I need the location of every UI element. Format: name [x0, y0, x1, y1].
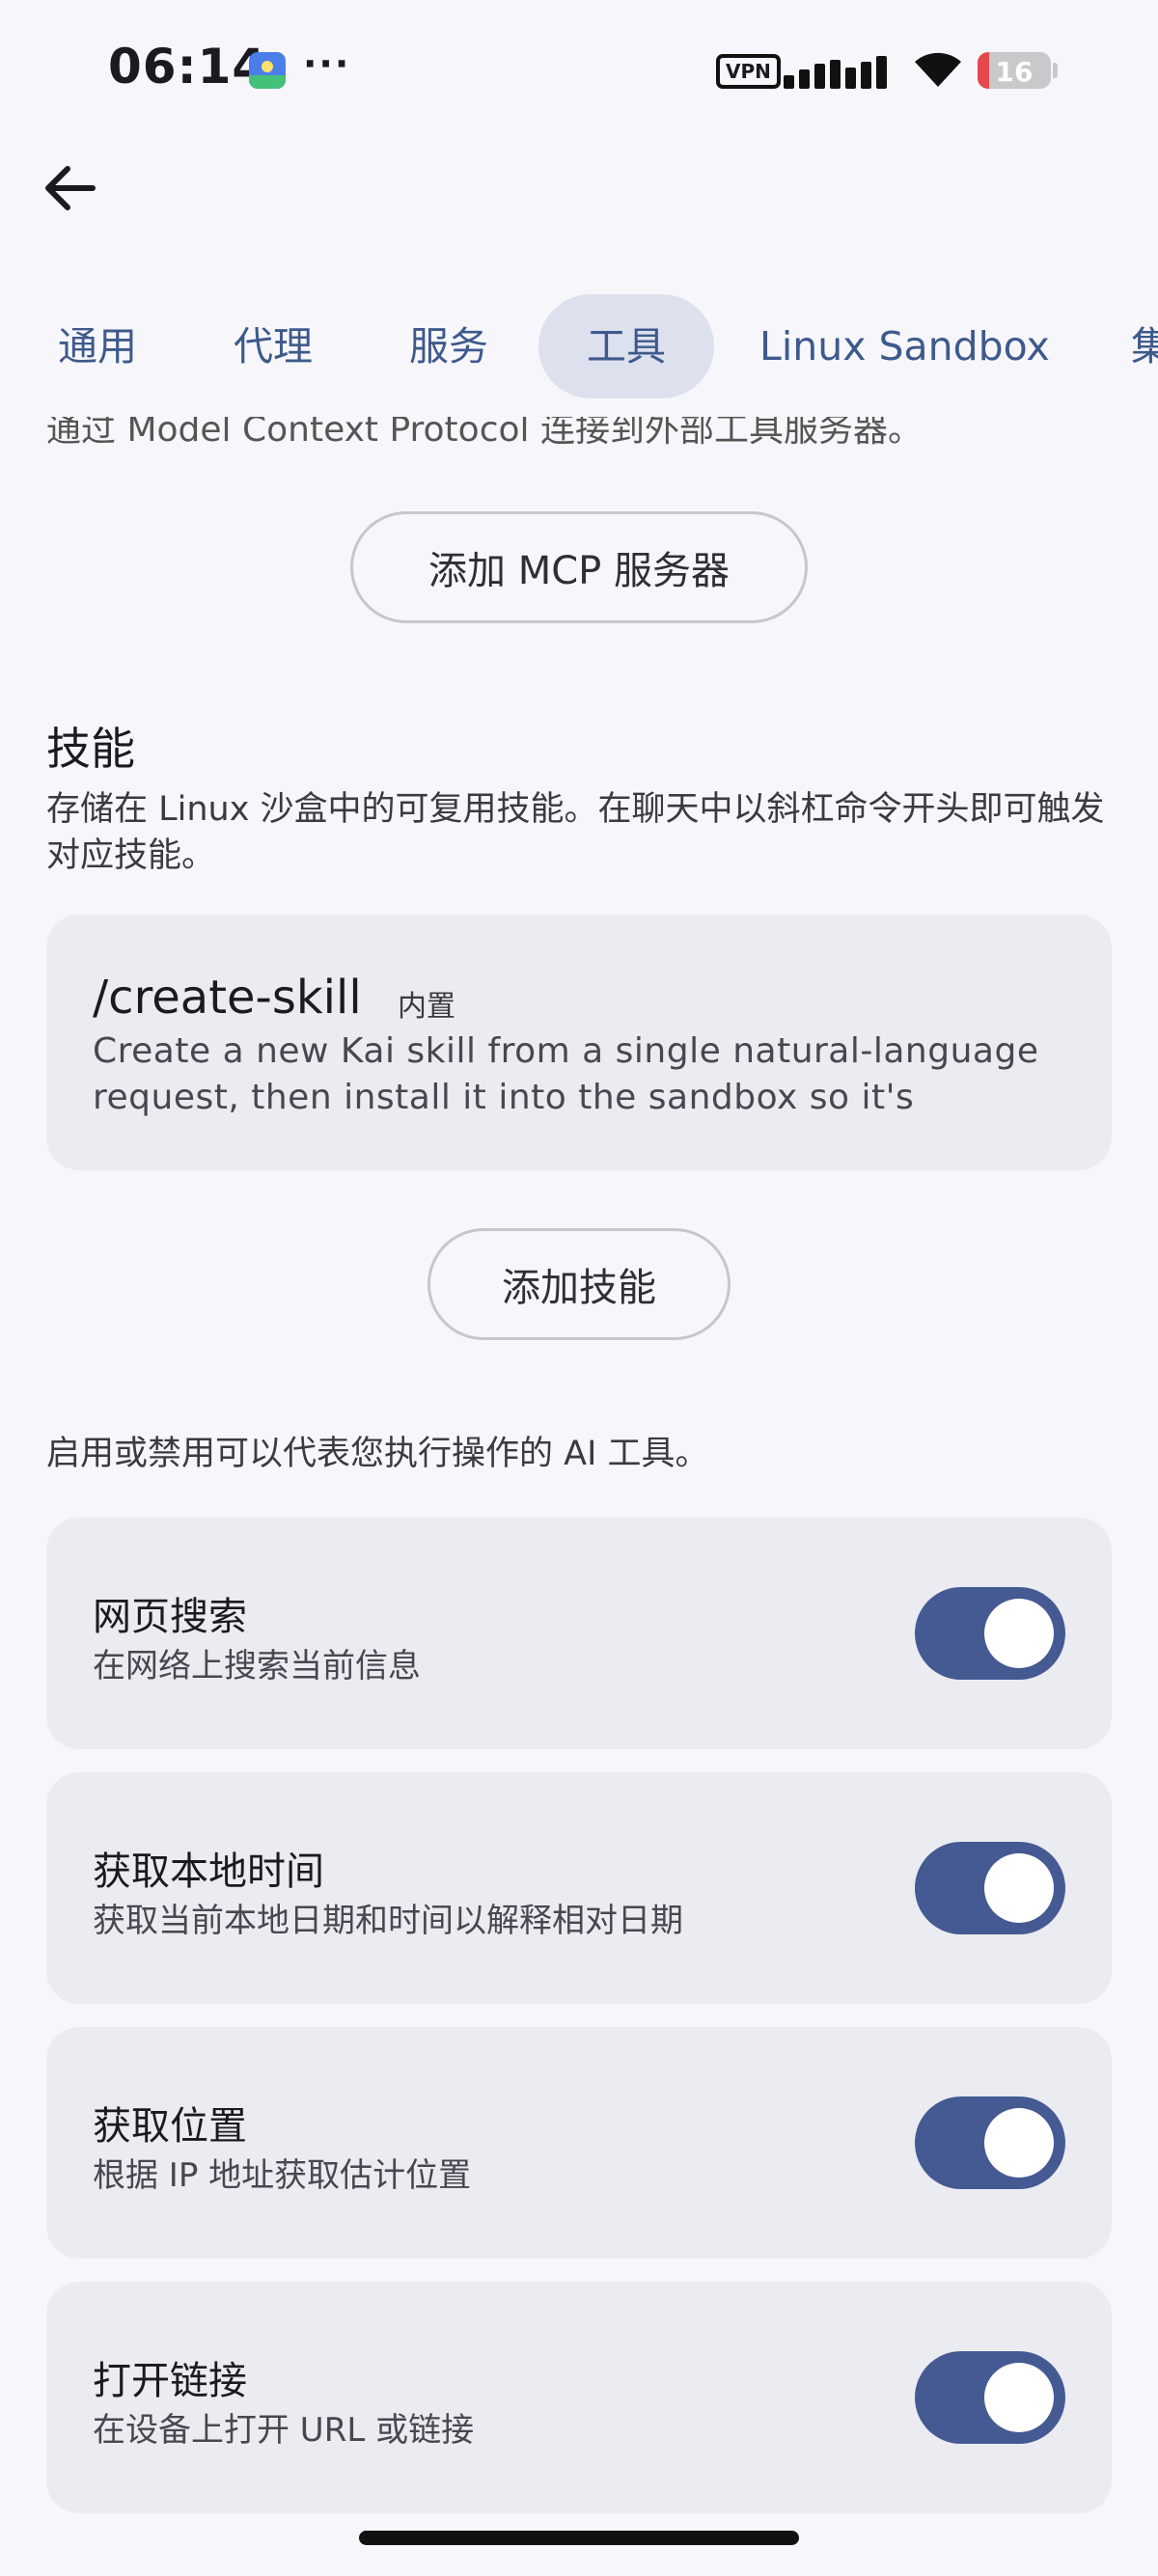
location-toggle[interactable]: [915, 2096, 1065, 2189]
wifi-icon: [915, 52, 961, 87]
tool-title: 获取位置: [93, 2104, 247, 2149]
tab-collections[interactable]: 集: [1131, 294, 1158, 398]
skills-title: 技能: [46, 723, 135, 775]
web-search-toggle[interactable]: [915, 1587, 1065, 1680]
arrow-left-icon[interactable]: [37, 154, 104, 222]
tab-services[interactable]: 服务: [409, 294, 488, 398]
tool-title: 网页搜索: [93, 1595, 247, 1639]
local-time-toggle[interactable]: [915, 1842, 1065, 1934]
tool-subtitle: 在设备上打开 URL 或链接: [93, 2411, 475, 2450]
tab-agent[interactable]: 代理: [234, 294, 313, 398]
status-time: 06:14: [108, 39, 267, 95]
tool-subtitle: 在网络上搜索当前信息: [93, 1647, 421, 1685]
toggle-knob: [984, 2363, 1054, 2432]
builtin-badge: 内置: [398, 990, 455, 1024]
settings-tabs: 通用 代理 服务 工具 Linux Sandbox 集: [0, 294, 1158, 400]
battery-icon: 16: [978, 52, 1051, 89]
battery-level: 16: [995, 56, 1034, 88]
tool-subtitle: 获取当前本地日期和时间以解释相对日期: [93, 1902, 683, 1940]
status-bar: 06:14 ··· VPN 16: [0, 0, 1158, 145]
toggle-knob: [984, 1599, 1054, 1668]
tool-card-web-search[interactable]: 网页搜索 在网络上搜索当前信息: [46, 1518, 1112, 1749]
battery-tip: [1053, 63, 1058, 78]
tool-card-open-link[interactable]: 打开链接 在设备上打开 URL 或链接: [46, 2282, 1112, 2513]
skills-description: 存储在 Linux 沙盒中的可复用技能。在聊天中以斜杠命令开头即可触发对应技能。: [46, 790, 1105, 875]
add-skill-button[interactable]: 添加技能: [427, 1228, 731, 1340]
toggle-knob: [984, 1853, 1054, 1923]
tool-title: 打开链接: [93, 2359, 247, 2403]
skill-name: /create-skill: [93, 971, 362, 1025]
tab-linux-sandbox[interactable]: Linux Sandbox: [759, 294, 1050, 398]
tab-tools[interactable]: 工具: [538, 294, 714, 398]
tool-subtitle: 根据 IP 地址获取估计位置: [93, 2156, 472, 2195]
add-mcp-server-button[interactable]: 添加 MCP 服务器: [350, 511, 808, 623]
vpn-icon: VPN: [716, 54, 781, 89]
skill-card[interactable]: /create-skill 内置 Create a new Kai skill …: [46, 915, 1112, 1170]
app-notification-icon: [249, 52, 286, 89]
more-notifications-icon: ···: [303, 42, 351, 85]
open-link-toggle[interactable]: [915, 2351, 1065, 2444]
skill-description: Create a new Kai skill from a single nat…: [93, 1031, 1039, 1117]
mcp-description: 通过 Model Context Protocol 连接到外部工具服务器。: [46, 417, 923, 450]
tool-card-location[interactable]: 获取位置 根据 IP 地址获取估计位置: [46, 2027, 1112, 2259]
signal-icon: [784, 50, 897, 89]
tool-card-local-time[interactable]: 获取本地时间 获取当前本地日期和时间以解释相对日期: [46, 1772, 1112, 2004]
tab-general[interactable]: 通用: [58, 294, 137, 398]
tool-title: 获取本地时间: [93, 1850, 324, 1894]
toggle-knob: [984, 2108, 1054, 2178]
home-indicator[interactable]: [359, 2531, 799, 2545]
tools-description: 启用或禁用可以代表您执行操作的 AI 工具。: [46, 1435, 709, 1473]
